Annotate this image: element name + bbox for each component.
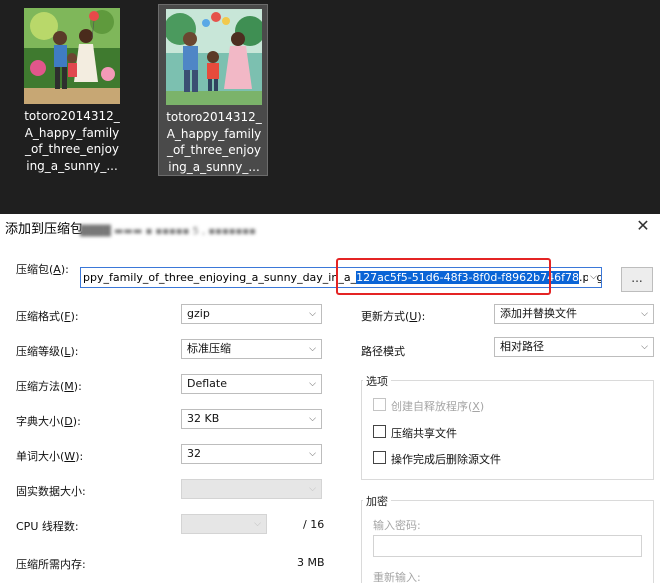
solid-block-select[interactable]: ⌵ — [181, 479, 322, 499]
method-value: Deflate — [187, 377, 227, 390]
chevron-down-icon: ⌵ — [309, 449, 316, 459]
file-tile-2[interactable]: totoro2014312_ A_happy_family _of_three_… — [158, 4, 268, 176]
cpu-threads-select[interactable]: ⌵ — [181, 514, 267, 534]
file-tile-1[interactable]: totoro2014312_ A_happy_family _of_three_… — [17, 4, 127, 176]
browse-button[interactable]: ... — [621, 267, 653, 292]
path-mode-select[interactable]: 相对路径 ⌵ — [494, 337, 654, 357]
password-input[interactable] — [373, 535, 642, 557]
file-name-line: totoro2014312_ — [166, 110, 262, 124]
memory-label-text: 压缩所需内存 — [16, 558, 82, 571]
level-label-text: 压缩等级 — [16, 345, 60, 358]
chevron-down-icon: ⌵ — [309, 484, 316, 494]
word-size-accel-key: W — [64, 450, 76, 463]
archive-label-text: 压缩包 — [16, 263, 49, 276]
chevron-down-icon: ⌵ — [641, 309, 648, 319]
method-accel-key: M — [64, 380, 74, 393]
file-name-line: A_happy_family — [24, 125, 120, 140]
cpu-threads-max: / 16 — [303, 518, 325, 531]
dictionary-label-text: 字典大小 — [16, 415, 60, 428]
update-mode-value: 添加并替换文件 — [500, 307, 577, 320]
path-mode-value: 相对路径 — [500, 340, 544, 353]
chevron-down-icon: ⌵ — [309, 309, 316, 319]
file-name: totoro2014312_ A_happy_family _of_three_… — [17, 108, 127, 174]
shared-files-checkbox-label: 压缩共享文件 — [391, 427, 457, 440]
method-label-text: 压缩方法 — [16, 380, 60, 393]
method-label: 压缩方法(M): — [16, 380, 82, 393]
level-accel-key: L — [64, 345, 71, 358]
file-name-line: _of_three_enjoy — [24, 142, 120, 156]
file-name-line: ing_a_sunny_... — [168, 159, 260, 174]
dictionary-value: 32 KB — [187, 412, 220, 425]
chevron-down-icon: ⌵ — [309, 379, 316, 389]
delete-after-checkbox-label: 操作完成后删除源文件 — [391, 453, 501, 466]
path-mode-label: 路径模式 — [361, 343, 405, 359]
reenter-password-label: 重新输入: — [373, 571, 421, 583]
word-size-value: 32 — [187, 447, 201, 460]
file-name-line: ing_a_sunny_... — [26, 158, 118, 173]
update-mode-accel-key: U — [409, 310, 418, 323]
memory-value: 3 MB — [297, 556, 325, 569]
dictionary-select[interactable]: 32 KB ⌵ — [181, 409, 322, 429]
sfx-label-text: 创建自释放程序 — [391, 400, 468, 413]
format-label: 压缩格式(F): — [16, 310, 79, 323]
solid-block-label-text: 固实数据大小 — [16, 485, 82, 498]
blurred-archive-folder: ████ ▬▬▬ ▪ ▪▪▪▪▪ 5 , ▪▪▪▪▪▪▪ — [80, 226, 256, 237]
password-label: 输入密码: — [373, 519, 421, 532]
memory-label: 压缩所需内存: — [16, 558, 86, 571]
chevron-down-icon: ⌵ — [309, 344, 316, 354]
method-select[interactable]: Deflate ⌵ — [181, 374, 322, 394]
format-label-text: 压缩格式 — [16, 310, 60, 323]
dialog-title: 添加到压缩包 — [5, 222, 84, 237]
file-name-line: totoro2014312_ — [24, 109, 120, 123]
sfx-checkbox-label: 创建自释放程序(X) — [391, 400, 485, 413]
sfx-checkbox[interactable] — [373, 398, 386, 411]
update-mode-select[interactable]: 添加并替换文件 ⌵ — [494, 304, 654, 324]
cpu-threads-label: CPU 线程数: — [16, 520, 79, 533]
format-value: gzip — [187, 307, 210, 320]
path-mode-label-text: 路径模式 — [361, 345, 405, 358]
format-select[interactable]: gzip ⌵ — [181, 304, 322, 324]
level-value: 标准压缩 — [187, 342, 231, 355]
chevron-down-icon: ⌵ — [254, 519, 261, 529]
options-group-title: 选项 — [363, 373, 391, 389]
desktop-area: totoro2014312_ A_happy_family _of_three_… — [0, 0, 660, 214]
sfx-accel-key: X — [472, 400, 480, 413]
dictionary-accel-key: D — [64, 415, 73, 428]
image-thumbnail — [24, 8, 120, 104]
shared-files-checkbox[interactable] — [373, 425, 386, 438]
archive-label: 压缩包(A): — [16, 263, 69, 276]
reenter-label-text: 重新输入 — [373, 571, 417, 583]
word-size-label: 单词大小(W): — [16, 450, 84, 463]
level-label: 压缩等级(L): — [16, 345, 79, 358]
delete-after-checkbox[interactable] — [373, 451, 386, 464]
dictionary-label: 字典大小(D): — [16, 415, 81, 428]
cpu-threads-label-text: CPU 线程数 — [16, 520, 75, 533]
update-mode-label-text: 更新方式 — [361, 310, 405, 323]
encryption-group-title: 加密 — [363, 493, 391, 509]
highlight-box — [336, 258, 551, 295]
chevron-down-icon: ⌵ — [309, 414, 316, 424]
archive-path-prefix: ppy_family_of_three_enjoying_a_sunny_day… — [83, 271, 357, 284]
password-label-text: 输入密码 — [373, 519, 417, 532]
chevron-down-icon[interactable]: ⌵ — [588, 268, 597, 287]
level-select[interactable]: 标准压缩 ⌵ — [181, 339, 322, 359]
archive-accel-key: A — [53, 263, 61, 276]
update-mode-label: 更新方式(U): — [361, 310, 426, 323]
format-accel-key: F — [64, 310, 71, 323]
solid-block-label: 固实数据大小: — [16, 485, 86, 498]
file-name-line: _of_three_enjoy — [166, 143, 262, 157]
close-icon[interactable]: ✕ — [632, 214, 654, 238]
word-size-select[interactable]: 32 ⌵ — [181, 444, 322, 464]
file-name-line: A_happy_family — [166, 126, 262, 141]
add-to-archive-dialog: 添加到压缩包 ✕ 压缩包(A): ████ ▬▬▬ ▪ ▪▪▪▪▪ 5 , ▪▪… — [0, 214, 660, 583]
file-name: totoro2014312_ A_happy_family _of_three_… — [159, 109, 269, 175]
image-thumbnail — [166, 9, 262, 105]
word-size-label-text: 单词大小 — [16, 450, 60, 463]
chevron-down-icon: ⌵ — [641, 342, 648, 352]
